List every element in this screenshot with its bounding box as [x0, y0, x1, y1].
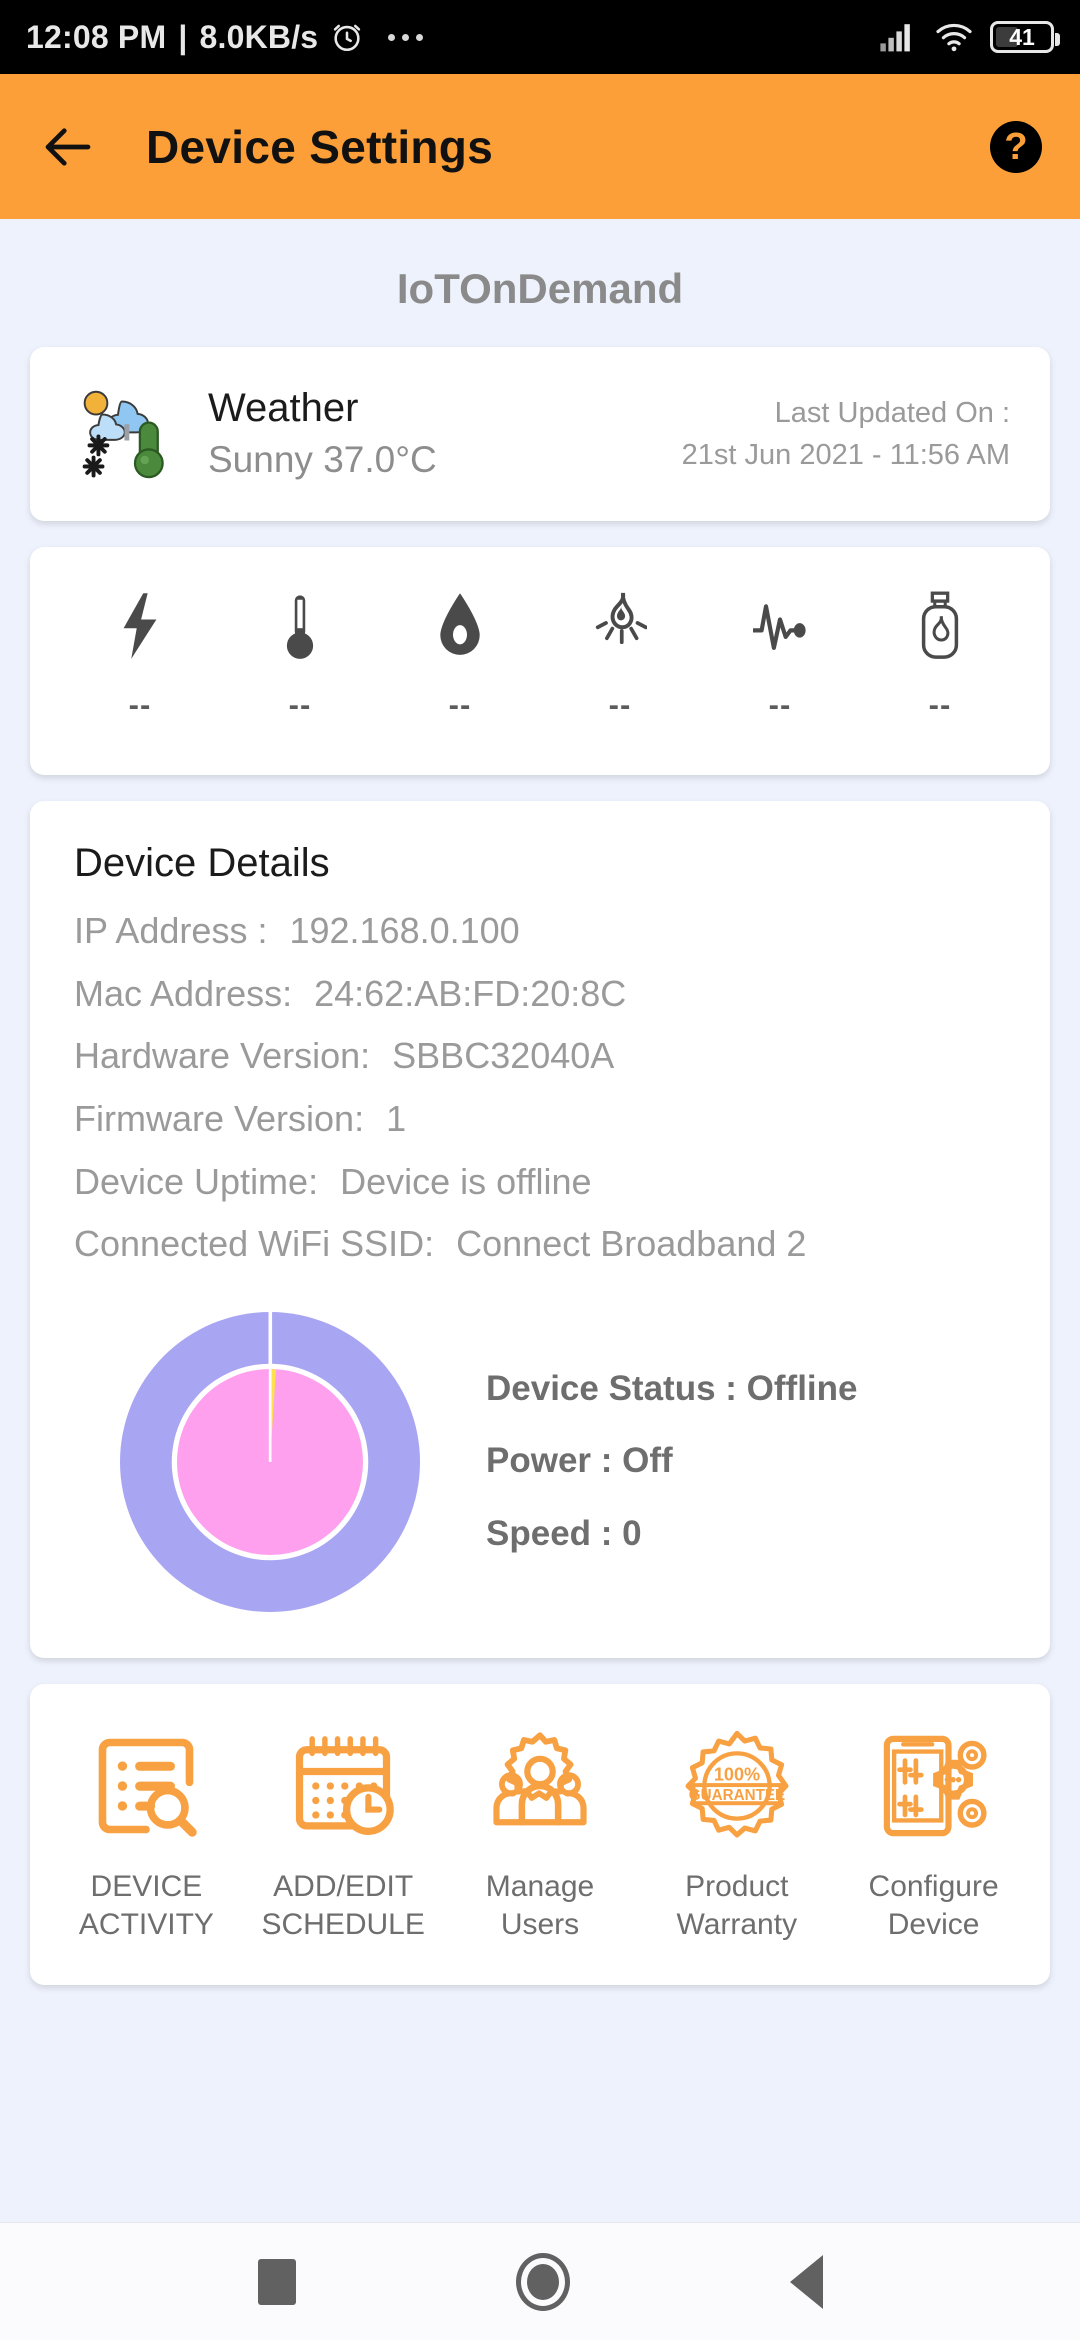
status-line-device-status: Device Status : Offline [486, 1368, 858, 1408]
action-device-activity[interactable]: DEVICE ACTIVITY [53, 1728, 240, 1945]
help-circle-icon[interactable]: ? [990, 120, 1042, 173]
device-details-card: Device Details IP Address : 192.168.0.10… [30, 801, 1050, 1658]
manage-users-icon [493, 1732, 587, 1826]
sensor-readings-card: -- -- -- -- -- -- [30, 547, 1050, 775]
detail-row: IP Address : 192.168.0.100 [74, 900, 1006, 963]
detail-label: Mac Address: [74, 972, 293, 1014]
alarm-clock-icon [334, 24, 361, 52]
detail-value: 1 [386, 1097, 407, 1139]
sensor-pulse[interactable]: -- [713, 591, 847, 723]
weather-title: Weather [208, 385, 359, 430]
weather-condition: Sunny 37.0°C [208, 439, 437, 481]
status-line-speed: Speed : 0 [486, 1514, 642, 1554]
action-label: Configure Device [868, 1869, 999, 1942]
detail-row: Connected WiFi SSID: Connect Broadband 2 [74, 1213, 1006, 1276]
sensor-gas[interactable]: -- [873, 591, 1007, 723]
action-label: ADD/EDIT SCHEDULE [261, 1869, 425, 1942]
status-bar-right: 41 [878, 21, 1060, 53]
pie-inner-seam [268, 1368, 272, 1462]
battery-level: 41 [1009, 23, 1035, 50]
detail-row: Mac Address: 24:62:AB:FD:20:8C [74, 963, 1006, 1026]
help-glyph: ? [1004, 125, 1028, 168]
weather-sun-cloud-snow-thermometer-icon [82, 390, 164, 479]
svg-text:GUARANTEE: GUARANTEE [689, 1787, 785, 1804]
back-arrow-icon[interactable] [38, 117, 98, 177]
last-updated-label: Last Updated On : [774, 396, 1010, 429]
page-title: Device Settings [146, 120, 494, 173]
detail-row: Device Uptime: Device is offline [74, 1151, 1006, 1214]
quick-actions-card: DEVICE ACTIVITY ADD/EDIT SCHEDULE Manage… [30, 1683, 1050, 1985]
cellular-signal-icon [880, 24, 910, 52]
sensor-humidity-value: -- [448, 687, 472, 722]
configure-device-icon [883, 1735, 987, 1836]
detail-label: Firmware Version: [74, 1097, 365, 1139]
detail-label: IP Address : [74, 910, 268, 951]
pulse-wave-icon [752, 604, 806, 650]
action-configure-device[interactable]: Configure Device [840, 1728, 1027, 1945]
sensor-thermometer-value: -- [288, 687, 312, 722]
last-updated-value: 21st Jun 2021 - 11:56 AM [681, 439, 1010, 471]
calendar-clock-icon [296, 1735, 394, 1835]
gas-cylinder-icon [921, 591, 959, 659]
sensor-thermometer[interactable]: -- [233, 591, 367, 723]
detail-value: SBBC32040A [392, 1035, 615, 1077]
battery-indicator: 41 [990, 21, 1060, 53]
status-bar-left: 12:08 PM | 8.0KB/s [26, 18, 424, 56]
detail-value: Connect Broadband 2 [456, 1223, 807, 1265]
detail-label: Hardware Version: [74, 1035, 371, 1077]
flame-rays-icon [595, 592, 647, 645]
sensor-flame[interactable]: -- [553, 591, 687, 723]
app-bar: Device Settings ? [0, 74, 1080, 219]
page-content: IoTOnDemand Weather Sunny 37.0°C Last Up… [0, 219, 1080, 1985]
device-activity-icon [99, 1738, 198, 1837]
weather-last-updated: Last Updated On : 21st Jun 2021 - 11:56 … [682, 392, 1010, 476]
action-manage-users[interactable]: Manage Users [447, 1728, 634, 1945]
bolt-icon [123, 593, 157, 659]
detail-row: Firmware Version: 1 [74, 1088, 1006, 1151]
water-drop-icon [440, 593, 480, 655]
sensor-bolt-value: -- [128, 687, 152, 722]
android-nav-bar [0, 2222, 1080, 2340]
device-status-pie-chart [120, 1311, 420, 1612]
detail-value: 24:62:AB:FD:20:8C [314, 972, 627, 1014]
status-time: 12:08 PM [26, 18, 167, 55]
action-label: Manage Users [485, 1869, 595, 1942]
status-separator: | [178, 18, 188, 55]
sensor-flame-value: -- [608, 687, 632, 722]
detail-row: Hardware Version: SBBC32040A [74, 1025, 1006, 1088]
guarantee-badge-icon: 100% GUARANTEE [685, 1730, 789, 1838]
square-recents-icon[interactable] [257, 2258, 296, 2305]
device-status-text: Device Status : Offline Power : Off Spee… [486, 1353, 857, 1571]
wifi-icon [936, 23, 972, 52]
status-line-power: Power : Off [486, 1441, 673, 1481]
weather-text: Weather Sunny 37.0°C [208, 384, 682, 485]
thermometer-icon [286, 595, 314, 659]
action-add-edit-schedule[interactable]: ADD/EDIT SCHEDULE [250, 1728, 437, 1945]
more-dots-icon [388, 33, 424, 41]
action-product-warranty[interactable]: 100% GUARANTEE Product Warranty [643, 1728, 830, 1945]
detail-label: Device Uptime: [74, 1160, 319, 1202]
device-name: IoTOnDemand [396, 265, 684, 312]
sensor-pulse-value: -- [768, 687, 792, 722]
device-details-heading: Device Details [74, 841, 330, 885]
detail-label: Connected WiFi SSID: [74, 1223, 435, 1265]
circle-home-icon[interactable] [515, 2252, 570, 2311]
sensor-bolt[interactable]: -- [73, 591, 207, 723]
status-bar: 12:08 PM | 8.0KB/s 41 [0, 0, 1080, 74]
sensor-gas-value: -- [928, 687, 952, 722]
action-label: Product Warranty [676, 1869, 798, 1942]
status-network-speed: 8.0KB/s [199, 18, 319, 55]
detail-value: Device is offline [340, 1160, 592, 1202]
action-label: DEVICE ACTIVITY [78, 1869, 214, 1942]
weather-card[interactable]: Weather Sunny 37.0°C Last Updated On : 2… [30, 347, 1050, 521]
sensor-humidity[interactable]: -- [393, 591, 527, 723]
device-status-section: Device Status : Offline Power : Off Spee… [74, 1311, 1006, 1612]
triangle-back-icon[interactable] [789, 2254, 823, 2309]
svg-text:100%: 100% [714, 1764, 760, 1784]
detail-value: 192.168.0.100 [289, 910, 520, 951]
